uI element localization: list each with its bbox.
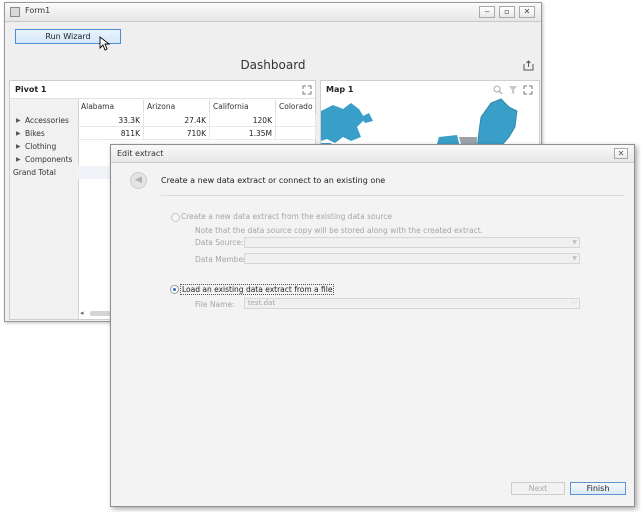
pivot-cell[interactable]: 710K [144,127,210,140]
map-area[interactable] [321,97,540,150]
close-button[interactable]: ✕ [519,6,535,18]
pivot-row-label: Grand Total [13,168,56,177]
window-title: Form1 [25,6,51,15]
pivot-column-header[interactable]: Alabama [78,100,144,113]
chevron-down-icon: ▼ [572,255,577,262]
pivot-cell[interactable]: 33.3K [78,114,144,127]
export-icon[interactable] [523,60,534,71]
mouse-cursor-icon [99,36,111,51]
data-source-dropdown[interactable]: ▼ [244,237,580,248]
expand-arrow-icon[interactable]: ▶ [16,153,21,166]
expand-arrow-icon[interactable]: ▶ [16,140,21,153]
pivot-cell[interactable] [276,114,316,127]
maximize-button[interactable]: ▫ [499,6,515,18]
file-name-label: File Name: [195,300,235,309]
pivot-cell[interactable] [276,127,316,140]
browse-icon[interactable]: ··· [570,299,577,308]
map-panel: Map 1 [320,80,540,150]
option-new-extract-note: Note that the data source copy will be s… [195,226,484,235]
dialog-heading: Create a new data extract or connect to … [161,176,386,185]
dialog-title: Edit extract [117,149,164,158]
data-member-dropdown[interactable]: ▼ [244,253,580,264]
map-region [476,98,518,149]
option-new-extract-label[interactable]: Create a new data extract from the exist… [181,212,392,221]
pivot-column-header[interactable]: Colorado [276,100,316,113]
file-name-value: test.dat [248,299,276,307]
pivot-row-label: Clothing [25,142,57,151]
scroll-thumb[interactable] [90,311,112,316]
pivot-row-label: Components [25,155,73,164]
minimize-button[interactable]: ‒ [479,6,495,18]
maximize-panel-icon[interactable] [302,85,312,95]
pivot-cell[interactable]: 811K [78,127,144,140]
pivot-column-header[interactable]: Arizona [144,100,210,113]
next-button[interactable]: Next [511,482,565,495]
map-region [321,103,365,143]
dashboard-title: Dashboard [240,58,306,72]
option-load-extract-radio[interactable] [170,285,179,294]
pivot-row-bikes[interactable]: ▶ Bikes [10,127,78,140]
pivot-cell[interactable]: 27.4K [144,114,210,127]
filter-icon[interactable] [508,85,518,95]
expand-arrow-icon[interactable]: ▶ [16,127,21,140]
data-member-label: Data Member: [195,255,249,264]
map-region [361,113,373,123]
pivot-cell[interactable]: 1.35M [210,127,276,140]
pivot-row-clothing[interactable]: ▶ Clothing [10,140,78,153]
finish-button[interactable]: Finish [570,482,626,495]
option-load-extract-label[interactable]: Load an existing data extract from a fil… [180,284,335,295]
divider [161,195,624,196]
pivot-title: Pivot 1 [15,85,47,94]
expand-arrow-icon[interactable]: ▶ [16,114,21,127]
app-icon [10,7,20,17]
back-arrow-icon: ◀ [135,175,142,185]
chevron-down-icon: ▼ [572,239,577,246]
pivot-row-accessories[interactable]: ▶ Accessories [10,114,78,127]
pivot-column-header[interactable]: California [210,100,276,113]
pivot-row-label: Bikes [25,129,45,138]
option-new-extract-radio[interactable] [171,213,180,222]
pivot-cell[interactable]: 120K [210,114,276,127]
back-button[interactable]: ◀ [130,172,147,189]
zoom-icon[interactable] [493,85,503,95]
edit-extract-dialog: Edit extract ✕ ◀ Create a new data extra… [110,144,635,507]
dialog-title-bar[interactable]: Edit extract ✕ [111,145,634,163]
map-title: Map 1 [326,85,354,94]
title-bar[interactable]: Form1 ‒ ▫ ✕ [5,3,541,22]
dialog-close-button[interactable]: ✕ [614,148,628,159]
maximize-panel-icon[interactable] [523,85,533,95]
pivot-row-components[interactable]: ▶ Components [10,153,78,166]
file-name-field[interactable]: test.dat ··· [244,298,580,309]
pivot-row-grand-total: Grand Total [10,166,78,179]
pivot-row-label: Accessories [25,116,69,125]
data-source-label: Data Source: [195,238,244,247]
scroll-left-icon[interactable]: ◂ [80,309,84,317]
